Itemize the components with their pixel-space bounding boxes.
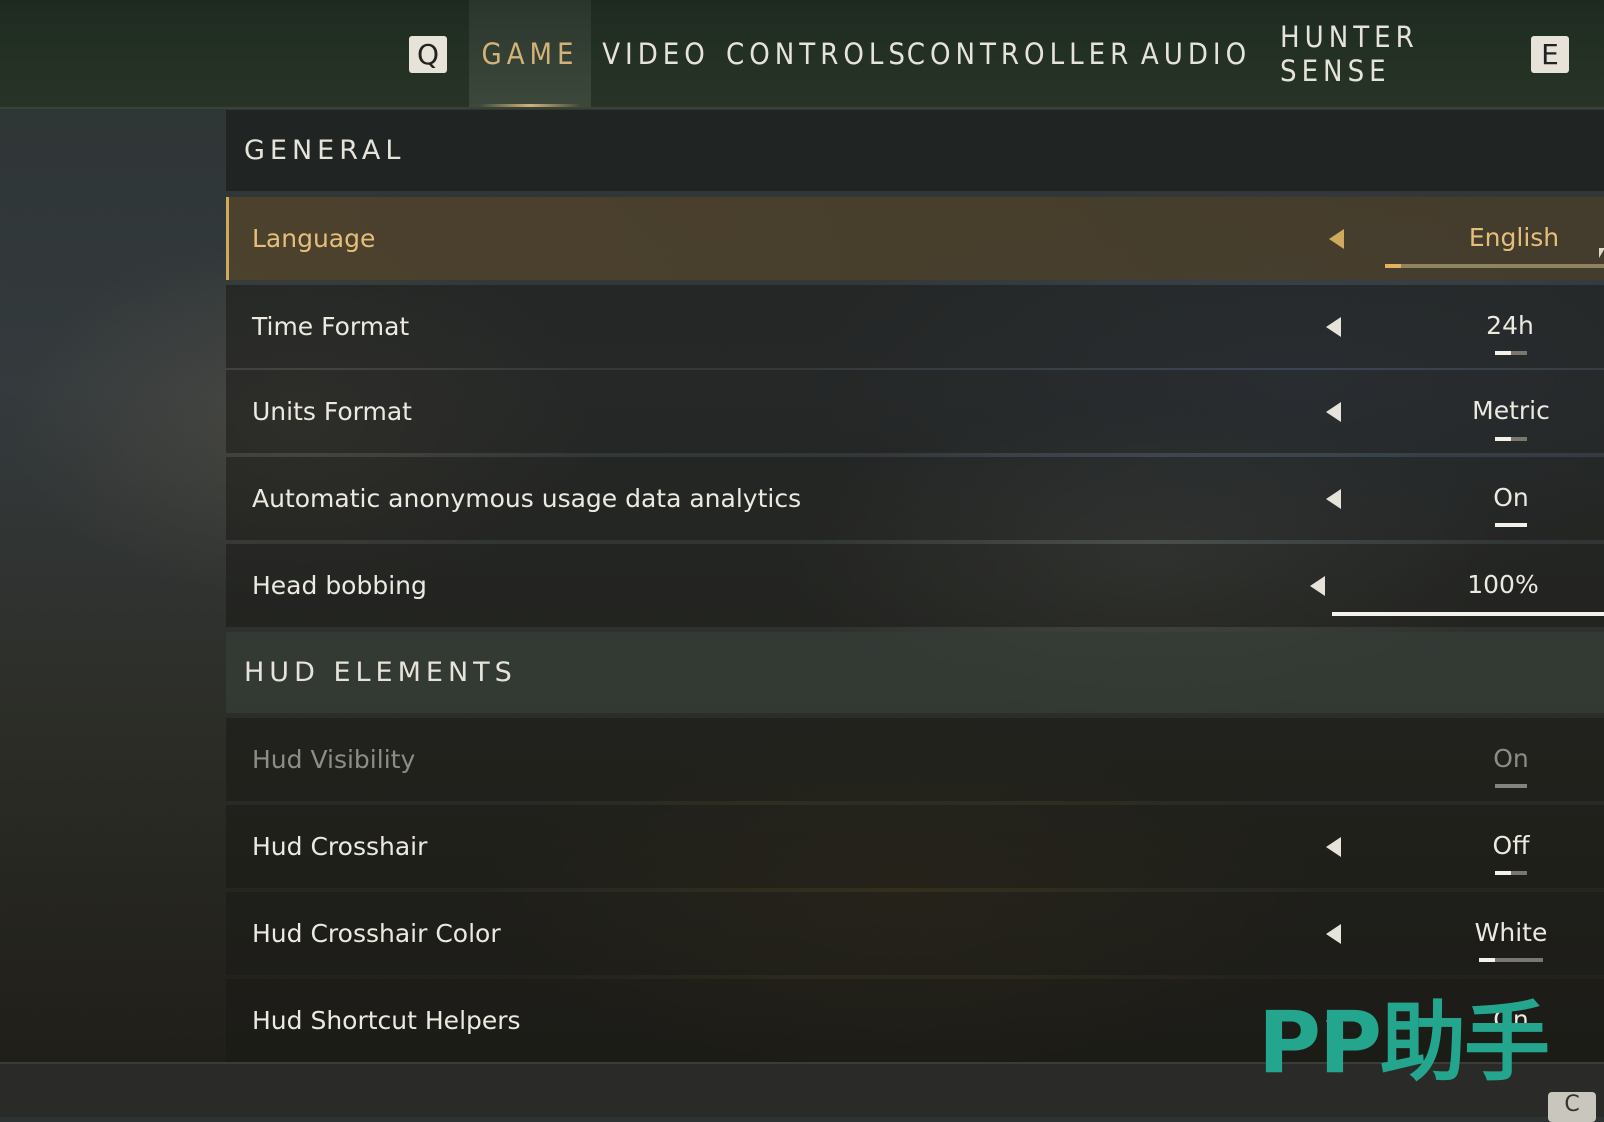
setting-row-hud-crosshair[interactable]: Hud Crosshair Off — [226, 805, 1604, 888]
setting-row-units-format[interactable]: Units Format Metric — [226, 370, 1604, 453]
setting-row-time-format[interactable]: Time Format 24h — [226, 285, 1604, 368]
option-progress-fill — [1495, 351, 1511, 355]
setting-label: Hud Crosshair Color — [252, 919, 501, 948]
setting-label: Automatic anonymous usage data analytics — [252, 484, 802, 513]
option-progress-fill — [1495, 523, 1527, 527]
section-hud-header: HUD ELEMENTS — [226, 632, 1604, 713]
arrow-left-icon[interactable] — [1326, 837, 1341, 857]
setting-label: Time Format — [252, 312, 410, 341]
watermark-logo: PP助手 — [1258, 993, 1550, 1093]
tab-controller[interactable]: CONTROLLER — [907, 0, 1129, 107]
arrow-left-icon[interactable] — [1326, 924, 1341, 944]
slider-fill — [1332, 612, 1604, 616]
option-progress-fill — [1495, 437, 1511, 441]
option-progress-fill — [1385, 264, 1401, 268]
mouse-cursor-icon — [1599, 248, 1604, 258]
section-title: HUD ELEMENTS — [244, 657, 517, 688]
slider-track[interactable] — [1332, 612, 1604, 616]
setting-row-hud-crosshair-color[interactable]: Hud Crosshair Color White — [226, 892, 1604, 975]
option-progress-bar — [1495, 784, 1527, 788]
arrow-left-icon[interactable] — [1329, 229, 1344, 249]
arrow-left-icon[interactable] — [1326, 489, 1341, 509]
tab-video[interactable]: VIDEO — [602, 0, 706, 107]
next-tab-key[interactable]: E — [1531, 36, 1569, 73]
setting-row-language[interactable]: Language English — [226, 197, 1604, 280]
arrow-left-icon[interactable] — [1310, 576, 1325, 596]
tab-game[interactable]: GAME — [469, 0, 591, 107]
option-progress-fill — [1495, 871, 1511, 875]
tab-hunter-sense[interactable]: HUNTER SENSE — [1280, 0, 1498, 107]
section-general-header: GENERAL — [226, 110, 1604, 191]
arrow-left-icon[interactable] — [1326, 402, 1341, 422]
setting-row-head-bobbing[interactable]: Head bobbing 100% — [226, 544, 1604, 627]
option-progress-bar — [1495, 351, 1527, 355]
option-progress-fill — [1495, 784, 1527, 788]
setting-label: Hud Crosshair — [252, 832, 428, 861]
corner-key-button[interactable]: C — [1548, 1092, 1596, 1122]
setting-label: Head bobbing — [252, 571, 427, 600]
option-progress-bar — [1495, 871, 1527, 875]
section-title: GENERAL — [244, 135, 406, 166]
setting-row-usage-analytics[interactable]: Automatic anonymous usage data analytics… — [226, 457, 1604, 540]
option-progress-bar — [1495, 523, 1527, 527]
tab-audio[interactable]: AUDIO — [1141, 0, 1246, 107]
prev-tab-key[interactable]: Q — [409, 36, 447, 73]
option-progress-bar — [1385, 264, 1604, 268]
option-progress-bar — [1479, 958, 1543, 962]
setting-row-hud-visibility: Hud Visibility On — [226, 718, 1604, 801]
option-progress-fill — [1479, 958, 1495, 962]
setting-label: Hud Shortcut Helpers — [252, 1006, 521, 1035]
setting-label: Language — [252, 224, 376, 253]
arrow-left-icon[interactable] — [1326, 317, 1341, 337]
settings-tab-bar: Q GAME VIDEO CONTROLS CONTROLLER AUDIO H… — [0, 0, 1604, 109]
setting-label: Hud Visibility — [252, 745, 416, 774]
option-progress-bar — [1495, 437, 1527, 441]
setting-label: Units Format — [252, 397, 412, 426]
tab-controls[interactable]: CONTROLS — [726, 0, 905, 107]
